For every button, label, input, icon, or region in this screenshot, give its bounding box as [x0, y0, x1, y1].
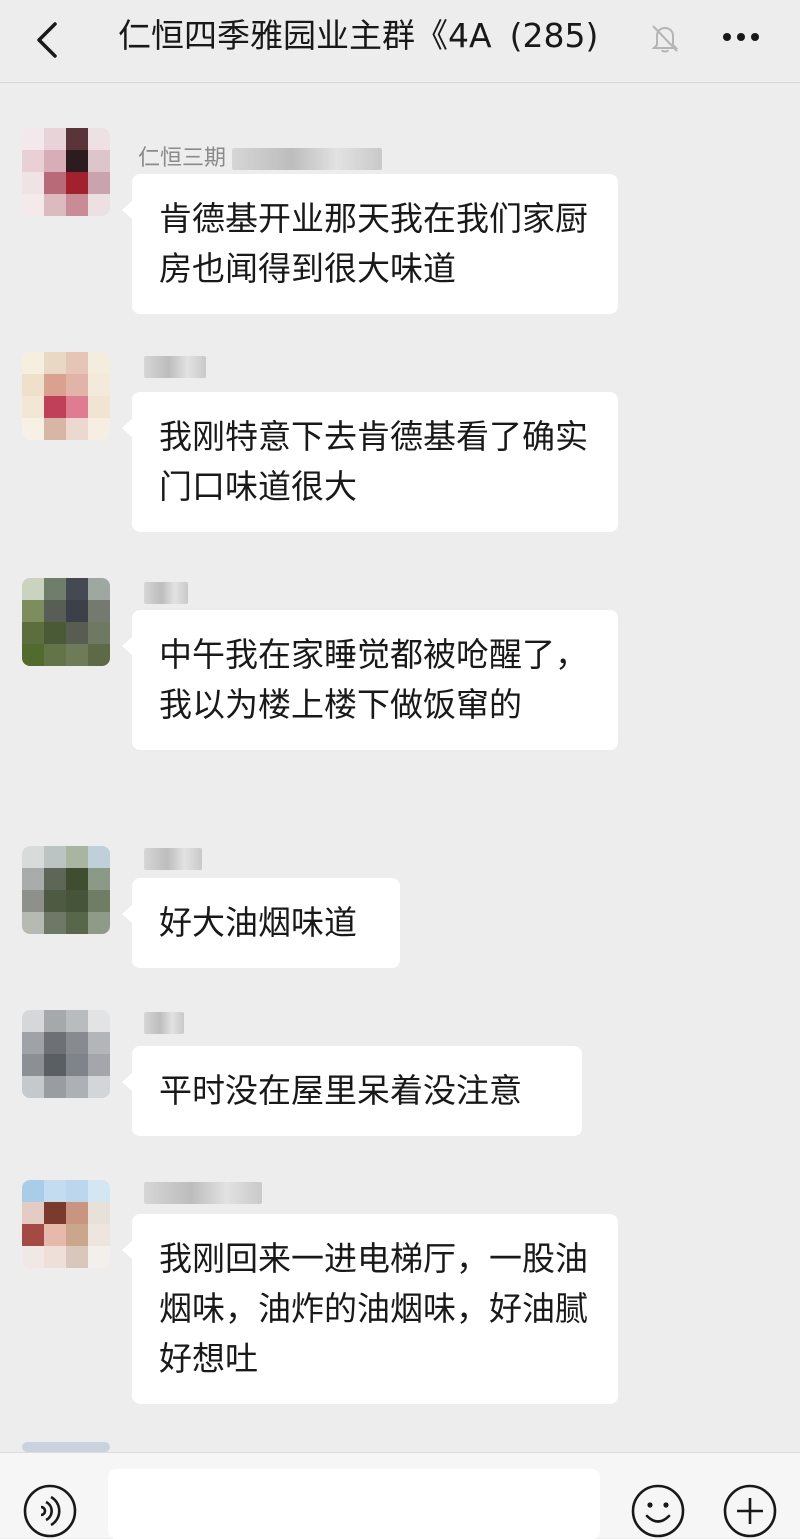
message-text: 好大油烟味道 [159, 903, 357, 942]
sender-name [138, 580, 188, 605]
emoji-icon[interactable] [630, 1483, 686, 1539]
avatar [22, 1442, 110, 1452]
sender-name [138, 846, 202, 871]
avatar[interactable] [22, 352, 110, 440]
message-text: 我刚特意下去肯德基看了确实门口味道很大 [159, 417, 588, 506]
avatar[interactable] [22, 1180, 110, 1268]
message-bubble[interactable]: 我刚回来一进电梯厅，一股油烟味，油炸的油烟味，好油腻好想吐 [122, 1214, 618, 1404]
chat-header: 仁恒四季雅园业主群《4A (285) [0, 0, 800, 83]
message-bubble[interactable]: 中午我在家睡觉都被呛醒了，我以为楼上楼下做饭窜的 [122, 610, 618, 750]
more-dots-icon[interactable] [716, 20, 766, 54]
message-bubble[interactable]: 我刚特意下去肯德基看了确实门口味道很大 [122, 392, 618, 532]
bell-off-icon [651, 25, 679, 53]
message-bubble[interactable]: 平时没在屋里呆着没注意 [122, 1046, 582, 1136]
chat-title: 仁恒四季雅园业主群《4A (285) [118, 14, 598, 58]
sender-name [138, 354, 206, 379]
message-bubble[interactable]: 肯德基开业那天我在我们家厨房也闻得到很大味道 [122, 174, 618, 314]
message-text: 我刚回来一进电梯厅，一股油烟味，油炸的油烟味，好油腻好想吐 [159, 1239, 588, 1378]
message-text: 平时没在屋里呆着没注意 [159, 1071, 522, 1110]
member-count: (285) [509, 16, 599, 55]
avatar[interactable] [22, 846, 110, 934]
message-text: 肯德基开业那天我在我们家厨房也闻得到很大味道 [159, 199, 588, 288]
voice-icon[interactable] [22, 1483, 78, 1539]
input-bar [0, 1452, 800, 1539]
sender-name [138, 1010, 184, 1035]
avatar[interactable] [22, 578, 110, 666]
chevron-left-icon [37, 22, 57, 58]
avatar[interactable] [22, 128, 110, 216]
message-bubble[interactable]: 好大油烟味道 [122, 878, 400, 968]
group-name: 仁恒四季雅园业主群《4A [118, 16, 492, 55]
plus-icon[interactable] [722, 1483, 778, 1539]
message-input[interactable] [108, 1469, 600, 1539]
sender-name: 仁恒三期 [138, 140, 383, 172]
message-text: 中午我在家睡觉都被呛醒了，我以为楼上楼下做饭窜的 [159, 635, 588, 724]
back-button[interactable] [20, 12, 76, 68]
avatar[interactable] [22, 1010, 110, 1098]
sender-name [138, 1180, 262, 1205]
